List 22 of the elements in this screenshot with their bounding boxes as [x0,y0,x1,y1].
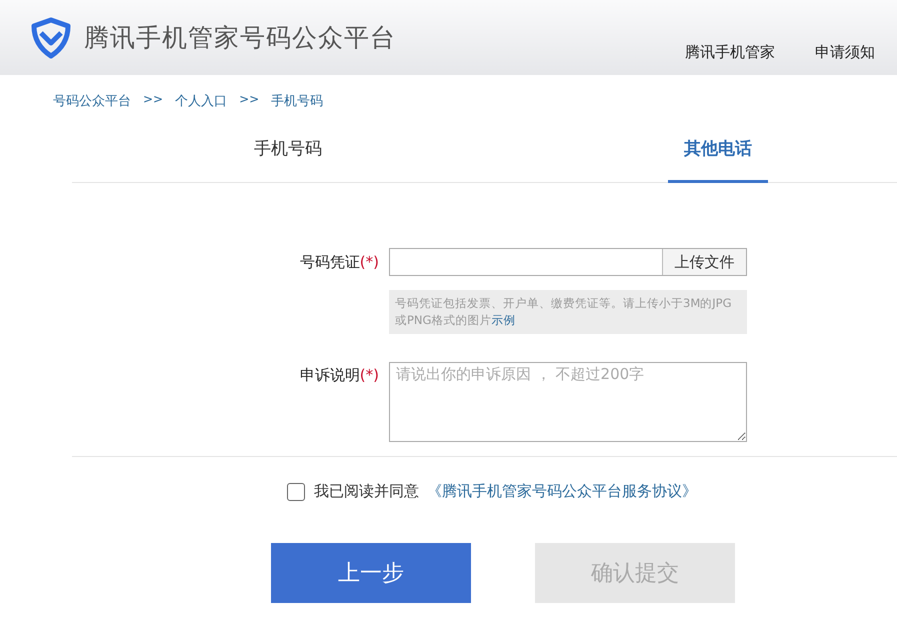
breadcrumb-separator: >> [238,92,260,108]
example-link[interactable]: 示例 [491,313,516,327]
site-title: 腾讯手机管家号码公众平台 [84,22,396,54]
hint-text: 号码凭证包括发票、开户单、缴费凭证等。请上传小于3M的JPG或PNG格式的图片示例 [389,290,747,334]
breadcrumb-link[interactable]: 号码公众平台 [53,92,131,114]
breadcrumb-separator: >> [142,92,164,108]
tab[interactable]: 手机号码 [238,130,338,183]
tab[interactable]: 其他电话 [668,130,768,183]
breadcrumb-link[interactable]: 手机号码 [271,92,324,114]
agree-checkbox[interactable] [287,482,305,500]
reason-field[interactable]: 请说出你的申诉原因 ， 不超过200字 [389,362,747,442]
upload-button[interactable]: 上传文件 [662,249,746,275]
nav-link[interactable]: 申请须知 [815,43,875,62]
breadcrumb-link[interactable]: 个人入口 [175,92,228,114]
file-field[interactable]: 上传文件 [389,248,747,276]
shield-icon [30,16,72,58]
field-label: 申诉说明(*) [298,365,380,385]
back-button[interactable]: 上一步 [271,543,471,603]
agreement-link[interactable]: 《腾讯手机管家号码公众平台服务协议》 [427,482,697,501]
nav-link[interactable]: 腾讯手机管家 [685,43,775,62]
field-label: 号码凭证(*) [298,252,380,273]
agree-text: 我已阅读并同意 [314,482,419,501]
